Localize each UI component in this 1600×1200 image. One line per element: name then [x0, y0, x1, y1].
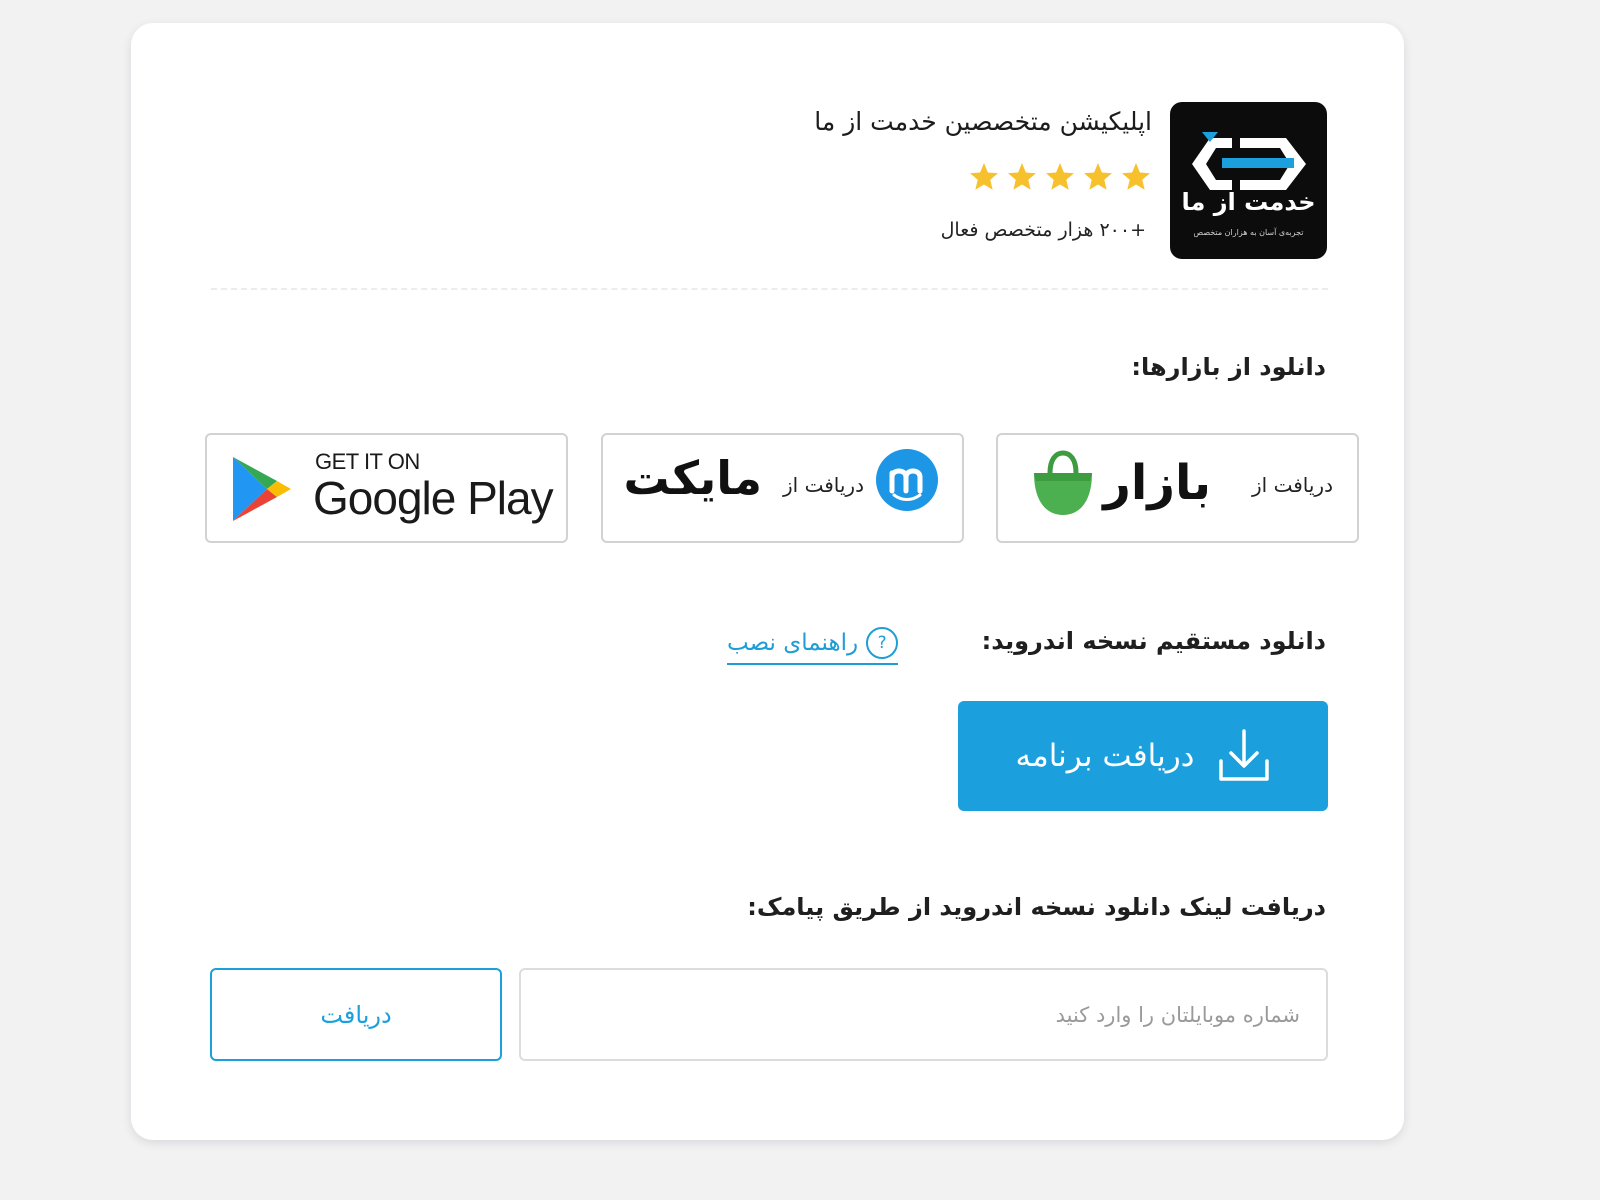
- myket-icon: [876, 449, 938, 511]
- myket-label: مایکت: [623, 451, 762, 505]
- bazaar-download-button[interactable]: دریافت از بازار: [996, 433, 1359, 543]
- google-play-download-button[interactable]: GET IT ON Google Play: [205, 433, 568, 543]
- app-logo: خدمت از ما تجربه‌ی آسان به هزاران متخصص: [1170, 102, 1327, 259]
- markets-title: دانلود از بازارها:: [1131, 353, 1326, 381]
- star-icon: [1008, 163, 1036, 190]
- divider: [211, 288, 1328, 290]
- question-icon: ?: [866, 627, 899, 659]
- install-guide-link[interactable]: ? راهنمای نصب: [727, 627, 899, 665]
- myket-download-button[interactable]: دریافت از مایکت: [601, 433, 964, 543]
- rating-stars: [968, 161, 1152, 193]
- star-icon: [1046, 163, 1074, 190]
- install-guide-label: راهنمای نصب: [727, 630, 859, 656]
- app-title: اپلیکیشن متخصصین خدمت از ما: [814, 107, 1152, 136]
- star-icon: [970, 163, 998, 190]
- star-icon: [1084, 163, 1112, 190]
- bazaar-bag-icon: [1034, 450, 1092, 515]
- phone-number-input[interactable]: [519, 968, 1328, 1061]
- download-app-button[interactable]: دریافت برنامه: [958, 701, 1328, 811]
- logo-wordmark: خدمت از ما: [1181, 188, 1316, 216]
- star-icon: [1122, 163, 1150, 190]
- myket-label-small: دریافت از: [783, 473, 864, 497]
- experts-count: +۲۰۰ هزار متخصص فعال: [940, 219, 1146, 241]
- google-play-label: Google Play: [313, 472, 554, 524]
- logo-tagline: تجربه‌ی آسان به هزاران متخصص: [1193, 228, 1304, 237]
- google-play-icon: [233, 457, 291, 521]
- bazaar-label-small: دریافت از: [1252, 473, 1333, 497]
- receive-link-button[interactable]: دریافت: [210, 968, 502, 1061]
- sms-title: دریافت لینک دانلود نسخه اندروید از طریق …: [747, 893, 1326, 921]
- download-icon: [1218, 729, 1269, 781]
- direct-download-title: دانلود مستقیم نسخه اندروید:: [981, 627, 1326, 655]
- bazaar-label: بازار: [1103, 455, 1211, 511]
- download-app-label: دریافت برنامه: [1015, 738, 1195, 774]
- app-download-card: خدمت از ما تجربه‌ی آسان به هزاران متخصص …: [131, 23, 1404, 1140]
